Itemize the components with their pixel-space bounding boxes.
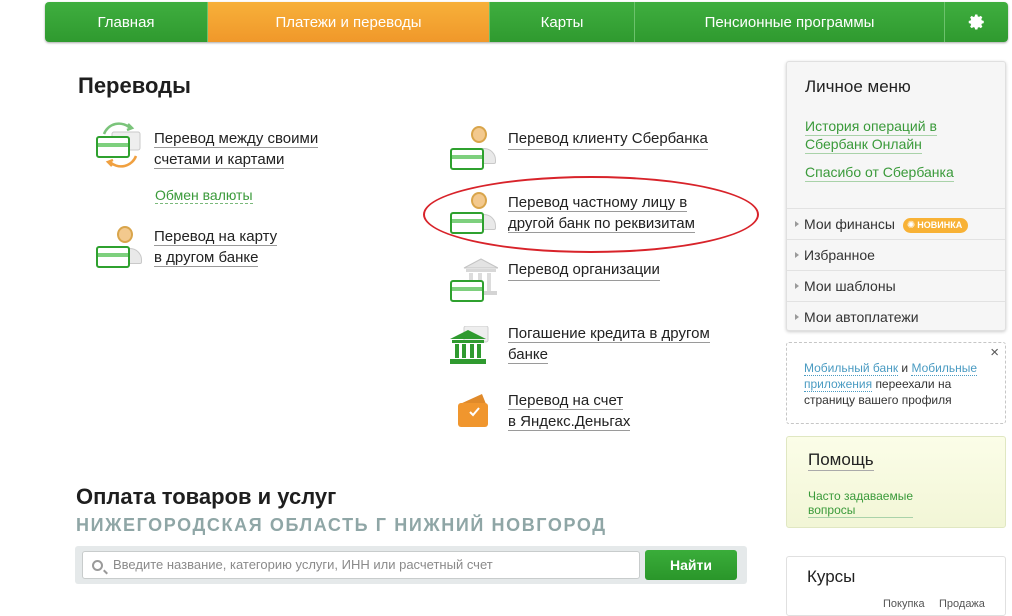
- sidebar-item-label: Мои автоплатежи: [804, 309, 919, 325]
- transfer-sber-client-label[interactable]: Перевод клиенту Сбербанка: [508, 128, 708, 150]
- transfer-organization[interactable]: Перевод организации: [508, 259, 660, 281]
- top-nav: Главная Платежи и переводы Карты Пенсион…: [45, 2, 1008, 42]
- search-bar: Введите название, категорию услуги, ИНН …: [75, 546, 747, 584]
- transfers-title: Переводы: [78, 73, 191, 98]
- transfer-own-accounts-line2[interactable]: счетами и картами: [154, 151, 285, 169]
- rates-sell-header: Продажа: [939, 598, 985, 610]
- spasibo-link[interactable]: Спасибо от Сбербанка: [805, 163, 954, 182]
- rates-title: Курсы: [807, 567, 856, 586]
- building-card-icon: [450, 258, 498, 304]
- exchange-cards-icon: [96, 122, 142, 168]
- sidebar-item-label: Избранное: [804, 247, 875, 263]
- nav-pension[interactable]: Пенсионные программы: [635, 2, 945, 42]
- profile-notice: × Мобильный банк и Мобильные приложения …: [786, 342, 1006, 424]
- close-icon[interactable]: ×: [990, 345, 999, 361]
- mobile-bank-link[interactable]: Мобильный банк: [804, 361, 899, 376]
- settings-button[interactable]: [945, 2, 1008, 42]
- new-badge: ✺ НОВИНКА: [902, 217, 969, 233]
- nav-main[interactable]: Главная: [45, 2, 208, 42]
- transfer-card-other-bank[interactable]: Перевод на карту в другом банке: [154, 226, 394, 268]
- star-icon: ✺: [906, 219, 916, 231]
- faq-link-line2: вопросы: [808, 503, 856, 517]
- sidebar-item-label: Мои шаблоны: [804, 278, 896, 294]
- faq-link-line1: Часто задаваемые: [808, 489, 914, 503]
- person-card-icon: [450, 126, 496, 172]
- transfer-yandex-money[interactable]: Перевод на счет в Яндекс.Деньгах: [508, 390, 748, 432]
- transfer-yandex-money-line2[interactable]: в Яндекс.Деньгах: [508, 413, 631, 431]
- search-icon: [92, 560, 103, 571]
- payments-title: Оплата товаров и услуг: [76, 484, 337, 509]
- currency-exchange-link[interactable]: Обмен валюты: [155, 187, 253, 204]
- transfer-card-other-bank-line1[interactable]: Перевод на карту: [154, 228, 278, 246]
- transfer-organization-label[interactable]: Перевод организации: [508, 259, 660, 281]
- help-title[interactable]: Помощь: [808, 450, 874, 471]
- yandex-wallet-icon: [456, 392, 490, 428]
- search-button[interactable]: Найти: [645, 550, 737, 580]
- highlight-ellipse: [423, 176, 759, 253]
- sidebar-item-label: Мои финансы: [804, 216, 895, 232]
- transfer-own-accounts-line1[interactable]: Перевод между своими: [154, 130, 319, 148]
- sidebar-item-autopayments[interactable]: Мои автоплатежи: [787, 301, 1005, 332]
- transfer-loan-other-bank-line1[interactable]: Погашение кредита в другом: [508, 325, 710, 343]
- transfer-yandex-money-line1[interactable]: Перевод на счет: [508, 392, 624, 410]
- transfer-loan-other-bank[interactable]: Погашение кредита в другом банке: [508, 323, 748, 365]
- transfer-sber-client[interactable]: Перевод клиенту Сбербанка: [508, 128, 708, 150]
- sidebar-item-favorites[interactable]: Избранное: [787, 239, 1005, 270]
- search-input[interactable]: Введите название, категорию услуги, ИНН …: [82, 551, 640, 579]
- nav-payments-transfers[interactable]: Платежи и переводы: [208, 2, 490, 42]
- history-link-line2[interactable]: Сбербанк Онлайн: [805, 135, 922, 154]
- transfer-card-other-bank-line2[interactable]: в другом банке: [154, 249, 259, 267]
- transfer-own-accounts[interactable]: Перевод между своими счетами и картами: [154, 128, 394, 170]
- nav-cards[interactable]: Карты: [490, 2, 635, 42]
- new-badge-label: НОВИНКА: [917, 219, 963, 230]
- personal-menu: Личное меню История операций в Сбербанк …: [786, 61, 1006, 331]
- sidebar-item-finances[interactable]: Мои финансы ✺ НОВИНКА: [787, 208, 1005, 239]
- help-box: Помощь Часто задаваемые вопросы: [786, 436, 1006, 528]
- sidebar-item-templates[interactable]: Мои шаблоны: [787, 270, 1005, 301]
- rates-box: Курсы Покупка Продажа: [786, 556, 1006, 616]
- bank-building-icon: [450, 325, 490, 366]
- personal-menu-title: Личное меню: [805, 77, 911, 96]
- person-card-icon: [96, 226, 142, 272]
- notice-and: и: [901, 361, 909, 375]
- history-link-line1[interactable]: История операций в: [805, 117, 937, 136]
- rates-buy-header: Покупка: [883, 598, 925, 610]
- transfer-loan-other-bank-line2[interactable]: банке: [508, 346, 548, 364]
- region-label[interactable]: НИЖЕГОРОДСКАЯ ОБЛАСТЬ Г НИЖНИЙ НОВГОРОД: [76, 515, 607, 536]
- faq-link[interactable]: Часто задаваемые вопросы: [808, 489, 914, 518]
- gear-icon: [968, 14, 984, 30]
